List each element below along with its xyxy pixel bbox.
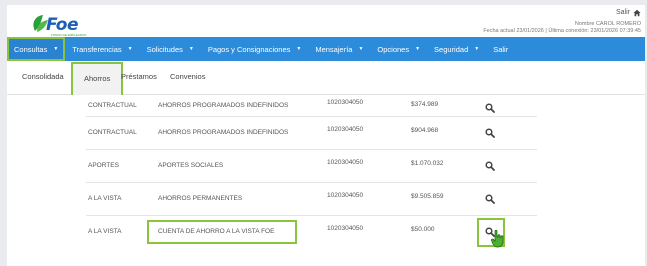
header: Foe FONDO DE EMPLEADOS Salir Nombre CARO…: [7, 5, 645, 37]
cell-numero: 1020304050: [327, 225, 364, 232]
nav-item-opciones[interactable]: Opciones ▼: [370, 37, 427, 61]
tab-convenios[interactable]: Convenios: [170, 72, 205, 81]
caret-down-icon: ▼: [53, 46, 59, 52]
cell-producto: CUENTA DE AHORRO A LA VISTA FOE: [158, 228, 275, 235]
sub-tabs: Consolidada Ahorros Préstamos Convenios: [7, 61, 645, 95]
cell-producto: AHORROS PROGRAMADOS INDEFINIDOS: [158, 102, 289, 109]
search-icon[interactable]: [485, 161, 499, 175]
cell-tipo: CONTRACTUAL: [88, 102, 137, 109]
exit-link[interactable]: Salir: [616, 9, 641, 17]
search-icon[interactable]: [485, 128, 499, 142]
nav-item-transferencias[interactable]: Transferencias ▼: [65, 37, 139, 61]
main-nav: Consultas ▼ Transferencias ▼ Solicitudes ▼ …: [7, 37, 645, 61]
nav-item-salir[interactable]: Salir: [486, 37, 508, 61]
tab-ahorros[interactable]: Ahorros: [71, 62, 124, 95]
table-row: A LA VISTA CUENTA DE AHORRO A LA VISTA F…: [86, 216, 537, 249]
cell-valor: $904.968: [411, 127, 439, 134]
home-icon[interactable]: [633, 9, 641, 17]
nav-label: Consultas: [14, 44, 48, 54]
page: Foe FONDO DE EMPLEADOS Salir Nombre CARO…: [0, 0, 647, 266]
tab-prestamos[interactable]: Préstamos: [121, 72, 157, 81]
hand-cursor-icon: [491, 230, 504, 248]
nav-label: Transferencias: [72, 44, 122, 54]
nav-item-pagos[interactable]: Pagos y Consignaciones ▼: [201, 37, 309, 61]
user-area: Salir Nombre CAROL ROMERO Fecha actual 2…: [483, 9, 641, 34]
nav-item-consultas[interactable]: Consultas ▼: [7, 37, 66, 61]
table-row: A LA VISTA AHORROS PERMANENTES 102030405…: [86, 183, 537, 216]
cell-numero: 1020304050: [327, 99, 364, 106]
nav-label: Seguridad: [434, 44, 469, 54]
caret-down-icon: ▼: [296, 46, 302, 52]
caret-down-icon: ▼: [474, 46, 480, 52]
cell-producto: AHORROS PROGRAMADOS INDEFINIDOS: [158, 129, 289, 136]
tab-consolidada[interactable]: Consolidada: [22, 72, 64, 81]
nav-label: Solicitudes: [146, 44, 183, 54]
cell-valor: $9.505.859: [411, 193, 444, 200]
search-icon[interactable]: [485, 103, 499, 117]
caret-down-icon: ▼: [415, 46, 421, 52]
search-icon[interactable]: [485, 194, 499, 208]
accounts-table: CONTRACTUAL AHORROS PROGRAMADOS INDEFINI…: [86, 95, 537, 249]
nav-label: Salir: [493, 44, 509, 54]
nav-item-solicitudes[interactable]: Solicitudes ▼: [140, 37, 201, 61]
nav-label: Opciones: [377, 44, 410, 54]
nav-item-seguridad[interactable]: Seguridad ▼: [427, 37, 486, 61]
cell-valor: $374.989: [411, 101, 439, 108]
cell-numero: 1020304050: [327, 126, 364, 133]
cell-producto: APORTES SOCIALES: [158, 162, 224, 169]
exit-label: Salir: [615, 8, 630, 16]
cell-tipo: CONTRACTUAL: [88, 129, 137, 136]
nav-label: Mensajería: [315, 44, 353, 54]
content-area: CONTRACTUAL AHORROS PROGRAMADOS INDEFINI…: [7, 95, 645, 266]
table-row: CONTRACTUAL AHORROS PROGRAMADOS INDEFINI…: [86, 117, 537, 150]
cell-numero: 1020304050: [327, 192, 364, 199]
caret-down-icon: ▼: [358, 46, 364, 52]
cell-tipo: A LA VISTA: [88, 228, 122, 235]
cell-numero: 1020304050: [327, 159, 364, 166]
nav-item-mensajeria[interactable]: Mensajería ▼: [308, 37, 370, 61]
cell-producto: AHORROS PERMANENTES: [158, 195, 243, 202]
foe-logo[interactable]: Foe FONDO DE EMPLEADOS: [29, 13, 89, 37]
cell-valor: $1.070.032: [411, 160, 444, 167]
nav-label: Pagos y Consignaciones: [207, 44, 291, 54]
caret-down-icon: ▼: [127, 46, 133, 52]
caret-down-icon: ▼: [188, 46, 194, 52]
cell-valor: $50.000: [411, 226, 435, 233]
table-row: CONTRACTUAL AHORROS PROGRAMADOS INDEFINI…: [86, 95, 537, 117]
table-row: APORTES APORTES SOCIALES 1020304050 $1.0…: [86, 150, 537, 183]
logo-text: Foe: [46, 15, 79, 35]
cell-tipo: APORTES: [88, 162, 119, 169]
cell-tipo: A LA VISTA: [88, 195, 122, 202]
session-info: Fecha actual 23/01/2026 | Última conexió…: [483, 27, 641, 34]
